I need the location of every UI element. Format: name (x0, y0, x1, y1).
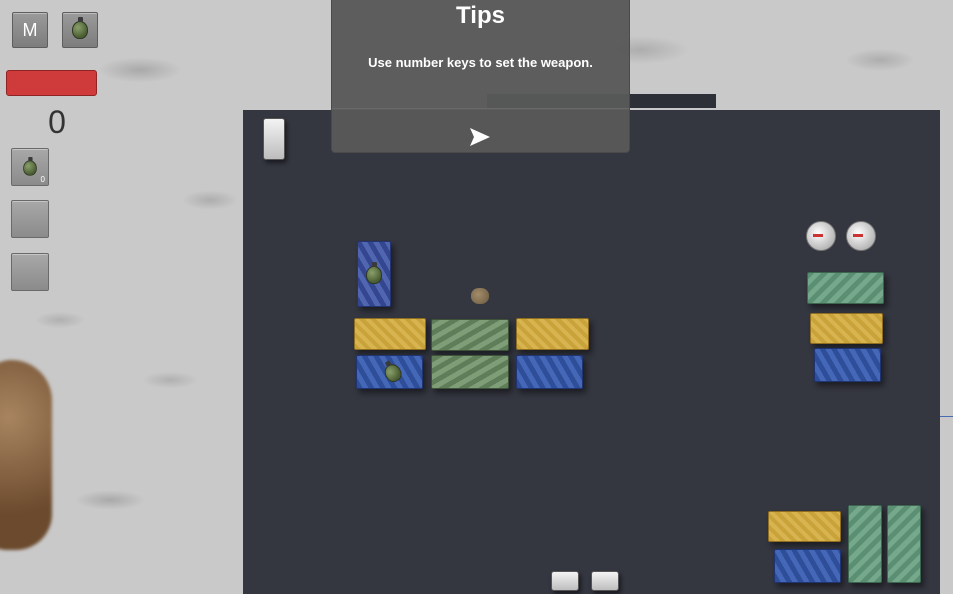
crate-teal-vertical (887, 505, 921, 583)
crate-yellow (810, 313, 883, 344)
grenade-icon (366, 262, 382, 284)
crate-yellow (516, 318, 589, 350)
menu-button-label: M (22, 19, 38, 40)
crate-teal (807, 272, 884, 304)
health-bar (6, 70, 97, 96)
grenade-icon (72, 17, 88, 39)
grenade-crate (357, 241, 391, 307)
grenade-weapon-button[interactable] (62, 12, 98, 48)
weapon-slot-2[interactable] (11, 200, 49, 238)
map-edge-line (938, 416, 953, 417)
weapon-slot-count: 0 (40, 175, 45, 184)
tips-message: Use number keys to set the weapon. (368, 55, 593, 70)
door-device (263, 118, 285, 160)
character-arm (0, 360, 52, 550)
crate-yellow (354, 318, 426, 350)
tips-panel: Tips Use number keys to set the weapon. (331, 0, 630, 153)
crate-green (431, 319, 509, 351)
menu-button[interactable]: M (12, 12, 48, 48)
weapon-slot-3[interactable] (11, 253, 49, 291)
rock (471, 288, 489, 304)
score-counter: 0 (48, 104, 66, 140)
crate-blue (356, 355, 423, 389)
gauge-icon (806, 221, 836, 251)
weapon-slot-1[interactable]: 0 (11, 148, 49, 186)
next-arrow-icon[interactable] (468, 126, 492, 148)
vehicle-device (591, 571, 619, 591)
crate-blue (774, 549, 841, 583)
tips-title: Tips (456, 2, 505, 29)
crate-teal-vertical (848, 505, 882, 583)
crate-green (431, 355, 509, 389)
crate-yellow (768, 511, 841, 542)
grenade-icon (381, 361, 405, 385)
gauge-icon (846, 221, 876, 251)
grenade-icon (23, 156, 37, 176)
crate-blue (814, 348, 881, 382)
tips-divider (332, 108, 629, 109)
crate-blue (516, 355, 583, 389)
vehicle-device (551, 571, 579, 591)
